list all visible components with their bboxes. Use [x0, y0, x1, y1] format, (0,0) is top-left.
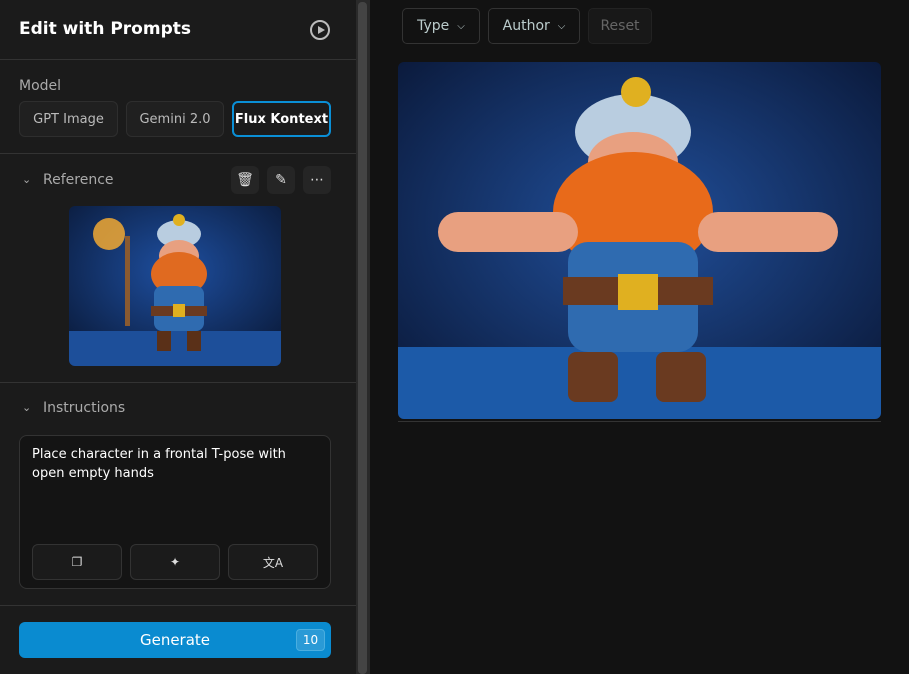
translate-icon: 文A	[262, 555, 284, 570]
chevron-down-icon[interactable]: ⌄	[22, 173, 31, 186]
divider	[0, 382, 356, 383]
type-label: Type	[417, 18, 450, 34]
author-filter-dropdown[interactable]: Author ⌵	[488, 8, 580, 44]
divider	[0, 605, 356, 606]
divider	[0, 153, 356, 154]
dice-icon: ❐	[71, 555, 83, 569]
pencil-icon[interactable]: ✎	[267, 166, 295, 194]
divider	[398, 421, 881, 422]
play-circle-icon[interactable]	[310, 20, 330, 40]
chevron-down-icon: ⌵	[457, 20, 465, 32]
reset-button[interactable]: Reset	[588, 8, 652, 44]
sparkle-icon: ✦	[169, 555, 181, 569]
chevron-down-icon[interactable]: ⌄	[22, 401, 31, 414]
panel-title: Edit with Prompts	[19, 19, 191, 39]
credit-count-badge: 10	[296, 629, 325, 651]
type-filter-dropdown[interactable]: Type ⌵	[402, 8, 480, 44]
chevron-down-icon: ⌵	[557, 20, 566, 32]
model-gpt-image-button[interactable]: GPT Image	[19, 101, 118, 137]
edit-sidebar: Edit with Prompts Model GPT Image Gemini…	[0, 0, 356, 674]
generate-button[interactable]: Generate 10	[19, 622, 331, 658]
instructions-label[interactable]: Instructions	[43, 400, 125, 416]
translate-button[interactable]: 文A	[228, 544, 318, 580]
generate-label: Generate	[139, 631, 211, 649]
instructions-text[interactable]: Place character in a frontal T-pose with…	[32, 445, 322, 483]
reference-label[interactable]: Reference	[43, 172, 114, 188]
author-label: Author	[502, 18, 550, 34]
dice-button[interactable]: ❐	[32, 544, 122, 580]
model-gemini-button[interactable]: Gemini 2.0	[126, 101, 224, 137]
enhance-button[interactable]: ✦	[130, 544, 220, 580]
result-image[interactable]	[398, 62, 881, 419]
divider	[0, 59, 356, 60]
model-label: Model	[19, 78, 62, 94]
more-icon[interactable]: ⋯	[303, 166, 331, 194]
trash-icon[interactable]: 🗑	[231, 166, 259, 194]
model-flux-kontext-button[interactable]: Flux Kontext	[232, 101, 331, 137]
reference-image	[69, 206, 281, 366]
scrollbar-thumb[interactable]	[358, 2, 367, 674]
instructions-textarea[interactable]: Place character in a frontal T-pose with…	[19, 435, 331, 589]
